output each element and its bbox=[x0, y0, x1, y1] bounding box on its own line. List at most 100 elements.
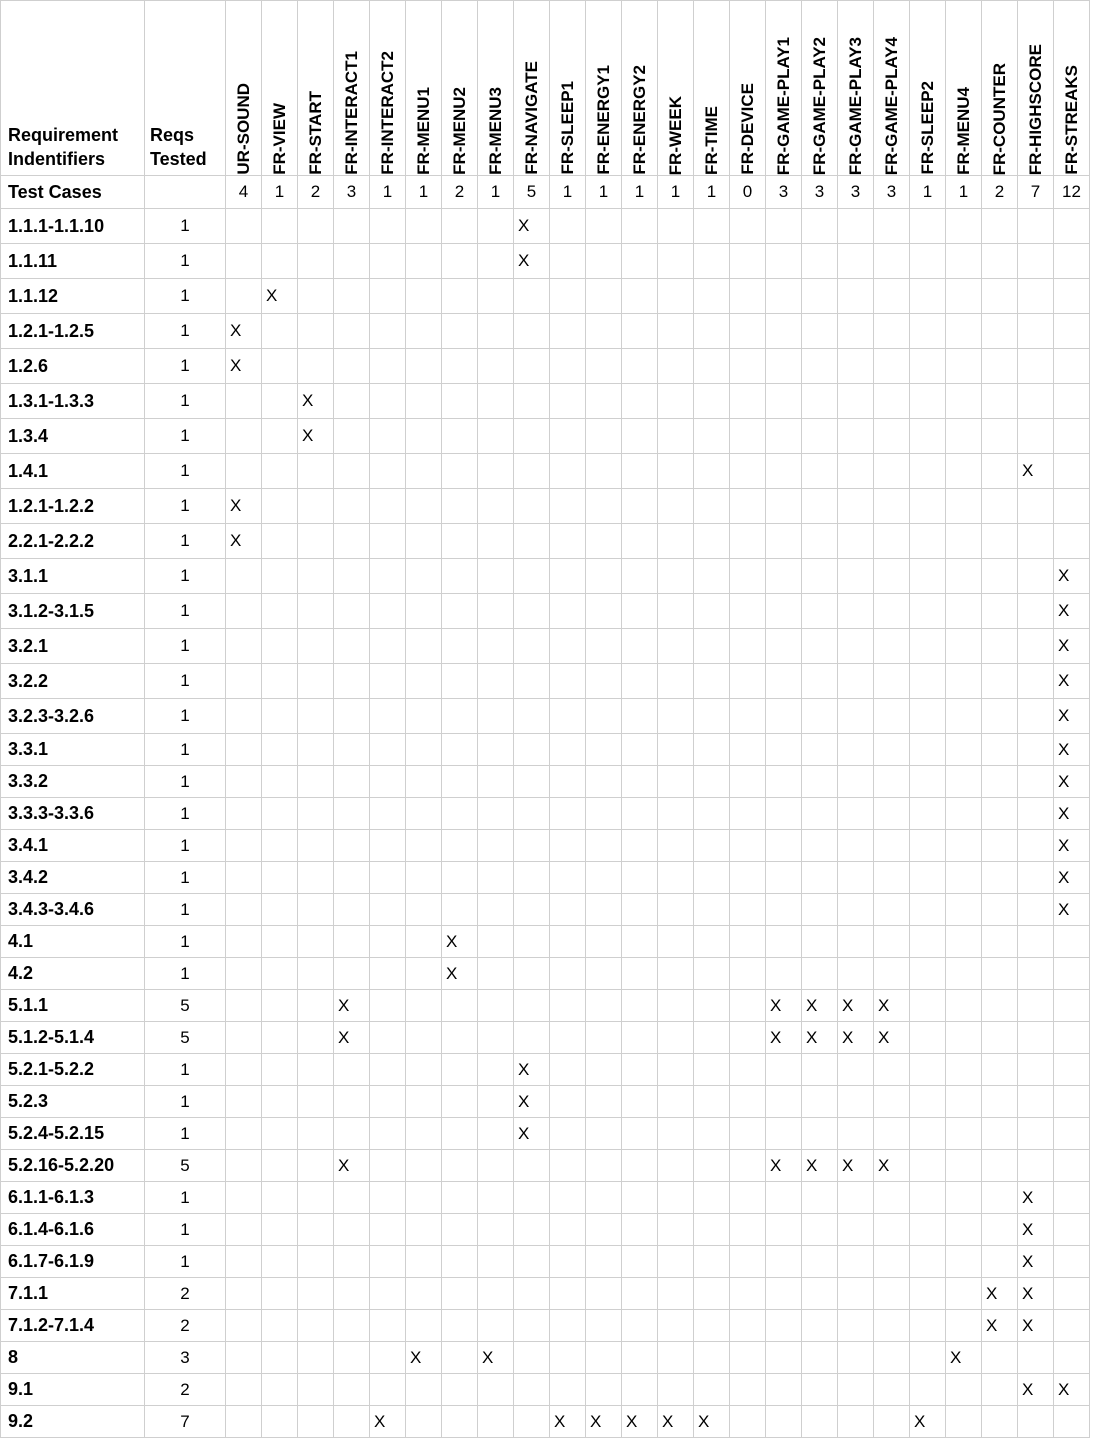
reqs-tested-count: 1 bbox=[144, 797, 226, 830]
matrix-cell bbox=[945, 1245, 982, 1278]
matrix-cell bbox=[837, 893, 874, 926]
matrix-cell bbox=[801, 957, 838, 990]
matrix-cell bbox=[1017, 861, 1054, 894]
matrix-cell bbox=[765, 1117, 802, 1150]
column-header: FR-SLEEP1 bbox=[549, 0, 586, 176]
matrix-cell bbox=[333, 1117, 370, 1150]
matrix-cell: X bbox=[873, 1021, 910, 1054]
matrix-cell bbox=[261, 698, 298, 734]
matrix-cell bbox=[297, 1341, 334, 1374]
matrix-cell bbox=[333, 628, 370, 664]
matrix-cell bbox=[333, 383, 370, 419]
matrix-cell bbox=[297, 278, 334, 314]
matrix-cell bbox=[657, 1149, 694, 1182]
matrix-cell bbox=[405, 1021, 442, 1054]
matrix-cell: X bbox=[405, 1341, 442, 1374]
matrix-cell bbox=[441, 1341, 478, 1374]
matrix-cell bbox=[585, 208, 622, 244]
matrix-cell bbox=[1017, 628, 1054, 664]
matrix-cell bbox=[441, 765, 478, 798]
matrix-cell bbox=[297, 925, 334, 958]
matrix-cell bbox=[837, 1341, 874, 1374]
matrix-cell bbox=[441, 208, 478, 244]
requirement-id: 9.2 bbox=[0, 1405, 145, 1438]
matrix-cell bbox=[333, 861, 370, 894]
matrix-cell bbox=[477, 1245, 514, 1278]
matrix-cell bbox=[333, 1341, 370, 1374]
matrix-cell bbox=[369, 558, 406, 594]
test-case-count: 7 bbox=[1017, 175, 1054, 209]
matrix-cell bbox=[297, 829, 334, 862]
matrix-cell bbox=[513, 925, 550, 958]
matrix-cell bbox=[297, 733, 334, 766]
matrix-cell bbox=[1017, 1341, 1054, 1374]
column-header-label: FR-MENU1 bbox=[413, 87, 433, 175]
matrix-cell bbox=[225, 1181, 262, 1214]
matrix-cell bbox=[873, 1053, 910, 1086]
matrix-cell bbox=[873, 1341, 910, 1374]
matrix-cell bbox=[909, 1021, 946, 1054]
matrix-cell bbox=[333, 488, 370, 524]
matrix-cell bbox=[297, 861, 334, 894]
matrix-cell bbox=[1053, 1021, 1090, 1054]
matrix-cell bbox=[513, 558, 550, 594]
matrix-cell bbox=[477, 1405, 514, 1438]
requirement-id: 5.2.1-5.2.2 bbox=[0, 1053, 145, 1086]
matrix-cell bbox=[765, 925, 802, 958]
matrix-cell bbox=[261, 1373, 298, 1406]
matrix-cell bbox=[801, 765, 838, 798]
matrix-cell bbox=[297, 957, 334, 990]
matrix-cell bbox=[441, 733, 478, 766]
matrix-cell bbox=[477, 733, 514, 766]
matrix-cell bbox=[765, 957, 802, 990]
matrix-cell bbox=[333, 1213, 370, 1246]
requirement-id: 8 bbox=[0, 1341, 145, 1374]
matrix-cell bbox=[261, 523, 298, 559]
matrix-cell bbox=[513, 733, 550, 766]
matrix-cell bbox=[585, 1021, 622, 1054]
reqs-tested-count: 1 bbox=[144, 698, 226, 734]
matrix-cell bbox=[297, 1405, 334, 1438]
matrix-cell bbox=[1053, 989, 1090, 1022]
table-row: 3.3.2 1 X bbox=[0, 765, 1090, 798]
matrix-cell: X bbox=[1053, 663, 1090, 699]
matrix-cell bbox=[909, 1341, 946, 1374]
reqs-tested-count: 1 bbox=[144, 861, 226, 894]
matrix-cell bbox=[261, 765, 298, 798]
traceability-matrix: Requirement Indentifiers Reqs Tested UR-… bbox=[0, 0, 1090, 1438]
requirement-id: 5.1.1 bbox=[0, 989, 145, 1022]
reqs-tested-count: 1 bbox=[144, 243, 226, 279]
column-header: FR-MENU3 bbox=[477, 0, 514, 176]
matrix-cell bbox=[369, 1181, 406, 1214]
matrix-cell bbox=[765, 1053, 802, 1086]
matrix-cell bbox=[477, 628, 514, 664]
matrix-cell bbox=[405, 1053, 442, 1086]
matrix-cell bbox=[333, 348, 370, 384]
matrix-cell bbox=[873, 383, 910, 419]
matrix-cell bbox=[873, 488, 910, 524]
matrix-cell bbox=[369, 1053, 406, 1086]
matrix-cell bbox=[981, 418, 1018, 454]
matrix-cell bbox=[657, 698, 694, 734]
matrix-cell bbox=[693, 1341, 730, 1374]
matrix-cell bbox=[909, 925, 946, 958]
requirement-id: 1.2.1-1.2.5 bbox=[0, 313, 145, 349]
column-header: FR-ENERGY2 bbox=[621, 0, 658, 176]
matrix-cell bbox=[549, 733, 586, 766]
matrix-cell bbox=[621, 243, 658, 279]
matrix-cell bbox=[729, 383, 766, 419]
requirement-id: 3.2.3-3.2.6 bbox=[0, 698, 145, 734]
matrix-cell bbox=[585, 829, 622, 862]
matrix-cell bbox=[585, 957, 622, 990]
matrix-cell: X bbox=[297, 418, 334, 454]
matrix-cell: X bbox=[225, 488, 262, 524]
matrix-cell bbox=[909, 348, 946, 384]
matrix-cell bbox=[621, 278, 658, 314]
table-row: 1.2.1-1.2.2 1 X bbox=[0, 488, 1090, 524]
matrix-cell bbox=[513, 348, 550, 384]
matrix-cell bbox=[621, 957, 658, 990]
matrix-cell bbox=[549, 1149, 586, 1182]
matrix-cell bbox=[549, 1213, 586, 1246]
matrix-cell: X bbox=[513, 208, 550, 244]
matrix-cell bbox=[765, 765, 802, 798]
